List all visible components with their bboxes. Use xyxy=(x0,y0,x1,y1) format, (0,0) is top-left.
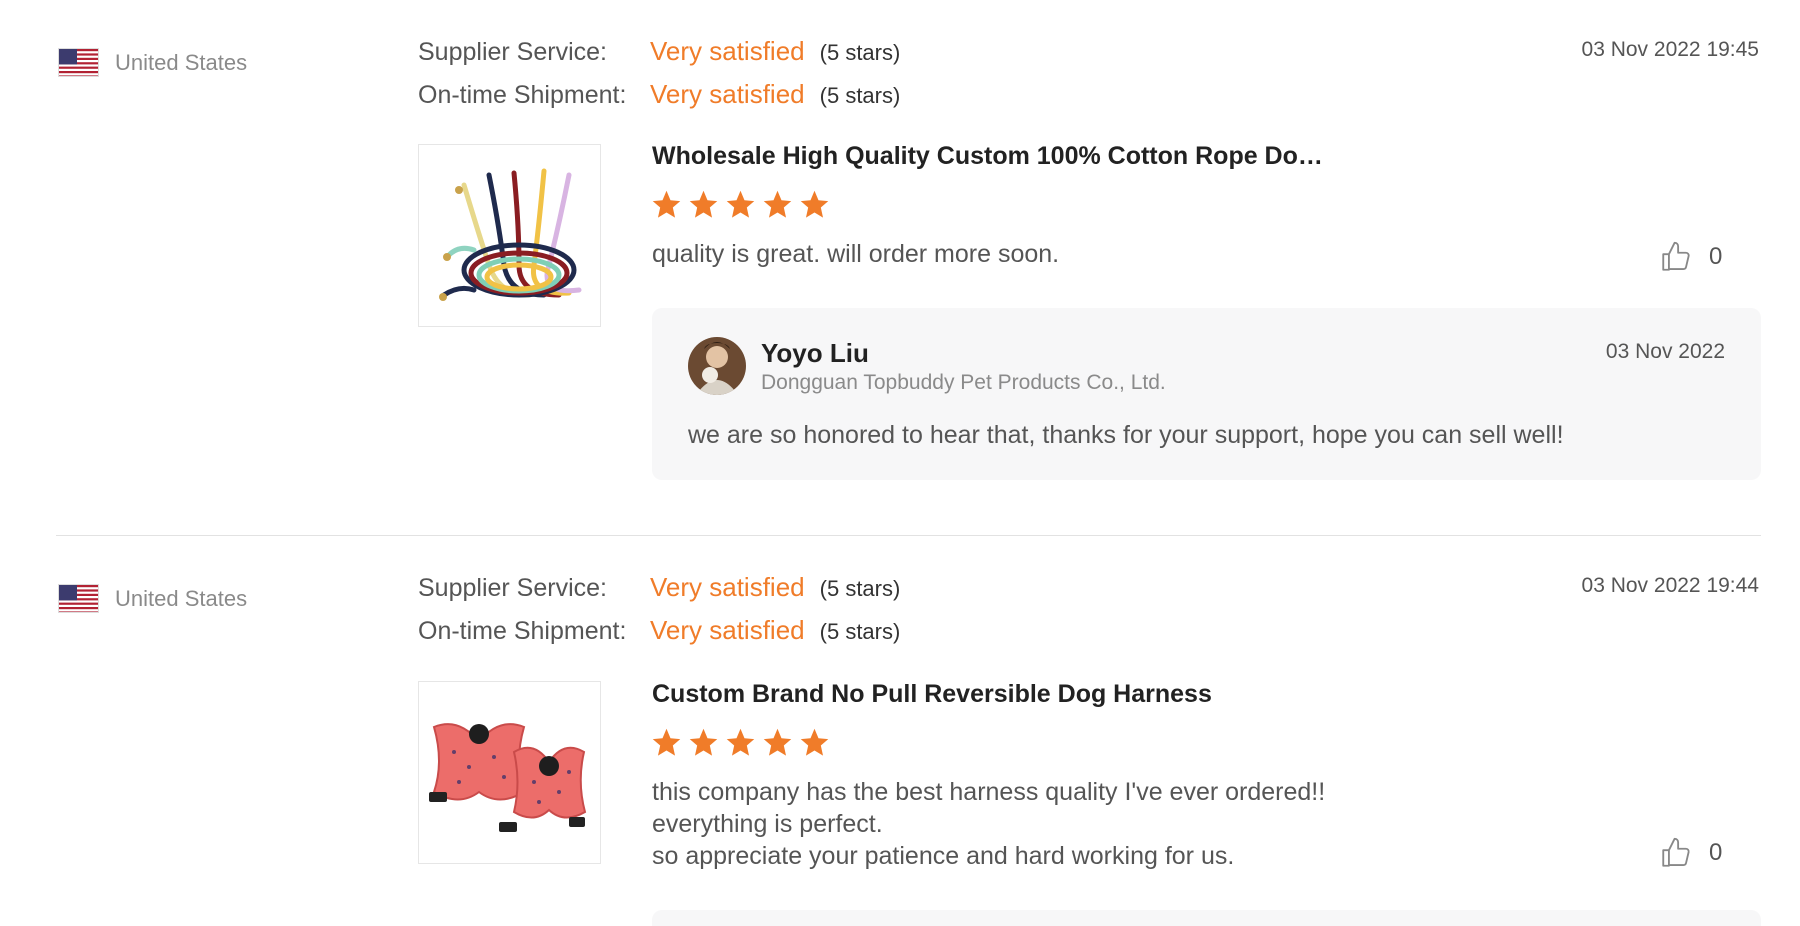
shipment-row: On-time Shipment: Very satisfied (5 star… xyxy=(418,615,900,658)
star-icon xyxy=(689,190,718,218)
star-icon xyxy=(726,190,755,218)
avatar xyxy=(688,337,746,395)
review-date: 03 Nov 2022 19:44 xyxy=(1581,574,1759,597)
review-comment: quality is great. will order more soon. xyxy=(652,238,1059,270)
reviewer-country: United States xyxy=(58,48,247,77)
star-icon xyxy=(652,728,681,756)
comment-line: so appreciate your patience and hard wor… xyxy=(652,842,1235,870)
star-icon xyxy=(652,190,681,218)
country-name: United States xyxy=(115,585,248,611)
review-card: United States Supplier Service: Very sat… xyxy=(0,536,1800,926)
country-name: United States xyxy=(115,49,248,75)
supplier-service-stars: (5 stars) xyxy=(819,40,901,65)
supplier-service-row: Supplier Service: Very satisfied (5 star… xyxy=(418,572,900,615)
review-comment: this company has the best harness qualit… xyxy=(652,776,1325,872)
shipment-stars: (5 stars) xyxy=(819,83,901,108)
shipment-value: Very satisfied xyxy=(650,79,805,109)
like-count: 0 xyxy=(1709,839,1723,866)
product-rating-stars xyxy=(650,188,831,221)
like-button[interactable]: 0 xyxy=(1659,240,1722,274)
comment-line: everything is perfect. xyxy=(652,810,883,838)
reply-company: Dongguan Topbuddy Pet Products Co., Ltd. xyxy=(761,371,1166,394)
supplier-service-value: Very satisfied xyxy=(650,36,805,66)
thumbs-up-icon xyxy=(1662,837,1690,867)
shipment-stars: (5 stars) xyxy=(819,619,901,644)
like-button[interactable]: 0 xyxy=(1659,836,1722,870)
supplier-service-label: Supplier Service: xyxy=(418,38,607,66)
supplier-service-label: Supplier Service: xyxy=(418,574,607,602)
shipment-label: On-time Shipment: xyxy=(418,617,627,645)
star-icon xyxy=(689,728,718,756)
like-count: 0 xyxy=(1709,243,1723,270)
star-icon xyxy=(763,190,792,218)
thumbs-up-icon xyxy=(1662,241,1690,271)
reply-date: 03 Nov 2022 xyxy=(1605,340,1725,363)
supplier-ratings: Supplier Service: Very satisfied (5 star… xyxy=(418,36,900,122)
shipment-value: Very satisfied xyxy=(650,615,805,645)
review-date: 03 Nov 2022 19:45 xyxy=(1581,38,1759,61)
supplier-service-stars: (5 stars) xyxy=(819,576,901,601)
comment-line: quality is great. will order more soon. xyxy=(652,240,1060,268)
product-thumbnail[interactable] xyxy=(418,144,601,327)
comment-line: this company has the best harness qualit… xyxy=(652,778,1326,806)
supplier-reply xyxy=(652,910,1761,926)
dog-harness-image xyxy=(429,723,587,832)
supplier-service-row: Supplier Service: Very satisfied (5 star… xyxy=(418,36,900,79)
supplier-reply: Yoyo Liu Dongguan Topbuddy Pet Products … xyxy=(652,308,1761,480)
product-title[interactable]: Wholesale High Quality Custom 100% Cotto… xyxy=(652,142,1323,171)
reviewer-country: United States xyxy=(58,584,247,613)
supplier-ratings: Supplier Service: Very satisfied (5 star… xyxy=(418,572,900,658)
review-card: United States Supplier Service: Very sat… xyxy=(0,0,1800,536)
star-icon xyxy=(800,190,829,218)
shipment-row: On-time Shipment: Very satisfied (5 star… xyxy=(418,79,900,122)
us-flag-icon xyxy=(58,584,99,613)
supplier-service-value: Very satisfied xyxy=(650,572,805,602)
reply-author-name: Yoyo Liu xyxy=(761,338,869,368)
star-icon xyxy=(800,728,829,756)
product-title[interactable]: Custom Brand No Pull Reversible Dog Harn… xyxy=(652,680,1212,709)
dog-leash-image xyxy=(439,168,582,301)
product-rating-stars xyxy=(650,726,831,759)
product-thumbnail[interactable] xyxy=(418,681,601,864)
star-icon xyxy=(763,728,792,756)
star-icon xyxy=(726,728,755,756)
shipment-label: On-time Shipment: xyxy=(418,81,627,109)
reply-text: we are so honored to hear that, thanks f… xyxy=(688,421,1564,449)
us-flag-icon xyxy=(58,48,99,77)
